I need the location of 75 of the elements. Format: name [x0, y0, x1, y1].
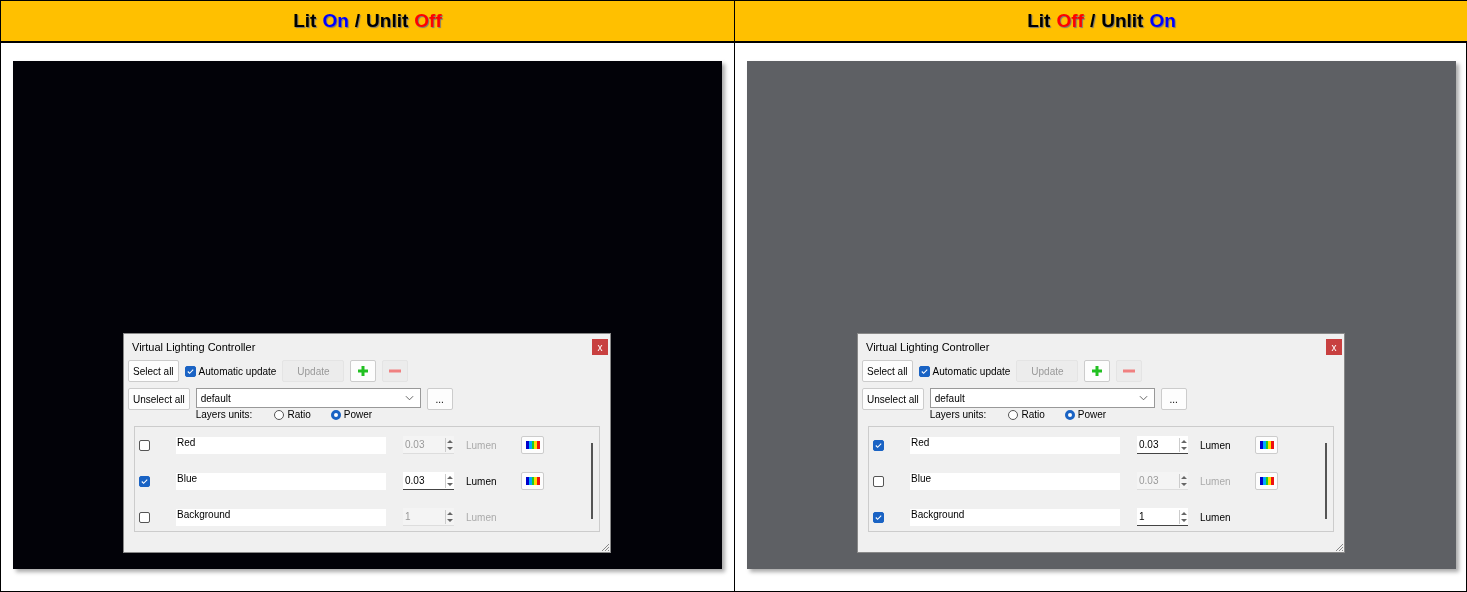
checkbox[interactable]	[918, 365, 930, 377]
header-text: On	[322, 10, 349, 32]
unselect-all-button[interactable]: Unselect all	[862, 388, 924, 410]
checkbox-label: Automatic update	[932, 365, 1011, 377]
preset-dropdown[interactable]: default	[195, 388, 421, 408]
unit-label: Lumen	[466, 475, 498, 487]
checkbox[interactable]	[873, 439, 884, 451]
resize-grip-icon[interactable]	[601, 543, 609, 551]
spectrum-button[interactable]	[521, 436, 544, 454]
layer-name-field[interactable]: Red	[910, 436, 1120, 454]
units-label: Layers units:	[195, 409, 253, 420]
layer-name-field[interactable]: Red	[176, 436, 386, 454]
checkbox[interactable]	[139, 439, 150, 451]
checkbox[interactable]	[139, 511, 150, 523]
header-text: Lit	[1027, 10, 1051, 32]
more-button[interactable]: ...	[1160, 388, 1187, 410]
unit-label: Lumen	[1200, 511, 1232, 523]
close-button[interactable]: x	[592, 339, 608, 355]
scrollbar[interactable]	[1325, 443, 1327, 519]
checkbox[interactable]	[873, 475, 884, 487]
unit-label: Lumen	[466, 511, 498, 523]
resize-grip-icon[interactable]	[1335, 543, 1343, 551]
window-title: Virtual Lighting Controller	[132, 341, 256, 353]
plus-icon	[1091, 365, 1104, 377]
unit-label: Lumen	[466, 439, 498, 451]
chevron-down-icon	[1138, 395, 1148, 401]
layer-name-field[interactable]: Blue	[176, 472, 386, 490]
value-spinner[interactable]: 0.03	[1137, 436, 1188, 454]
radio-button[interactable]	[1064, 409, 1075, 420]
minus-icon	[389, 369, 402, 373]
layer-name-field[interactable]: Background	[910, 508, 1120, 526]
radio-button[interactable]	[1008, 409, 1019, 420]
header-text: Off	[414, 10, 442, 32]
layer-name-field[interactable]: Background	[176, 508, 386, 526]
header-text: Off	[1056, 10, 1084, 32]
radio-label: Power	[1077, 409, 1107, 420]
chevron-down-icon	[404, 395, 414, 401]
unit-label: Lumen	[1200, 475, 1232, 487]
header-text: Lit	[293, 10, 317, 32]
spectrum-button[interactable]	[1255, 472, 1278, 490]
radio-button[interactable]	[274, 409, 285, 420]
spectrum-icon	[1259, 441, 1274, 449]
header-text: Unlit	[366, 10, 409, 32]
spectrum-button[interactable]	[1255, 436, 1278, 454]
value-spinner[interactable]: 0.03	[403, 472, 454, 490]
unit-label: Lumen	[1200, 439, 1232, 451]
select-all-button[interactable]: Select all	[128, 360, 179, 382]
checkbox-label: Automatic update	[198, 365, 277, 377]
radio-label: Power	[343, 409, 373, 420]
checkbox[interactable]	[184, 365, 196, 377]
layer-name-field[interactable]: Blue	[910, 472, 1120, 490]
header-text: Unlit	[1101, 10, 1144, 32]
minus-icon	[1123, 369, 1136, 373]
plus-icon	[357, 365, 370, 377]
checkbox[interactable]	[139, 475, 150, 487]
more-button[interactable]: ...	[426, 388, 453, 410]
units-label: Layers units:	[929, 409, 987, 420]
checkbox[interactable]	[873, 511, 884, 523]
radio-label: Ratio	[1021, 409, 1045, 420]
header-text: /	[1089, 10, 1096, 32]
scrollbar[interactable]	[591, 443, 593, 519]
spectrum-icon	[525, 477, 540, 485]
close-button[interactable]: x	[1326, 339, 1342, 355]
value-spinner[interactable]: 1	[1137, 508, 1188, 526]
spectrum-icon	[1259, 477, 1274, 485]
header-text: /	[354, 10, 361, 32]
spectrum-icon	[525, 441, 540, 449]
header-text: On	[1149, 10, 1176, 32]
preset-dropdown[interactable]: default	[929, 388, 1155, 408]
unselect-all-button[interactable]: Unselect all	[128, 388, 190, 410]
spectrum-button[interactable]	[521, 472, 544, 490]
select-all-button[interactable]: Select all	[862, 360, 913, 382]
window-title: Virtual Lighting Controller	[866, 341, 990, 353]
radio-button[interactable]	[330, 409, 341, 420]
radio-label: Ratio	[287, 409, 311, 420]
